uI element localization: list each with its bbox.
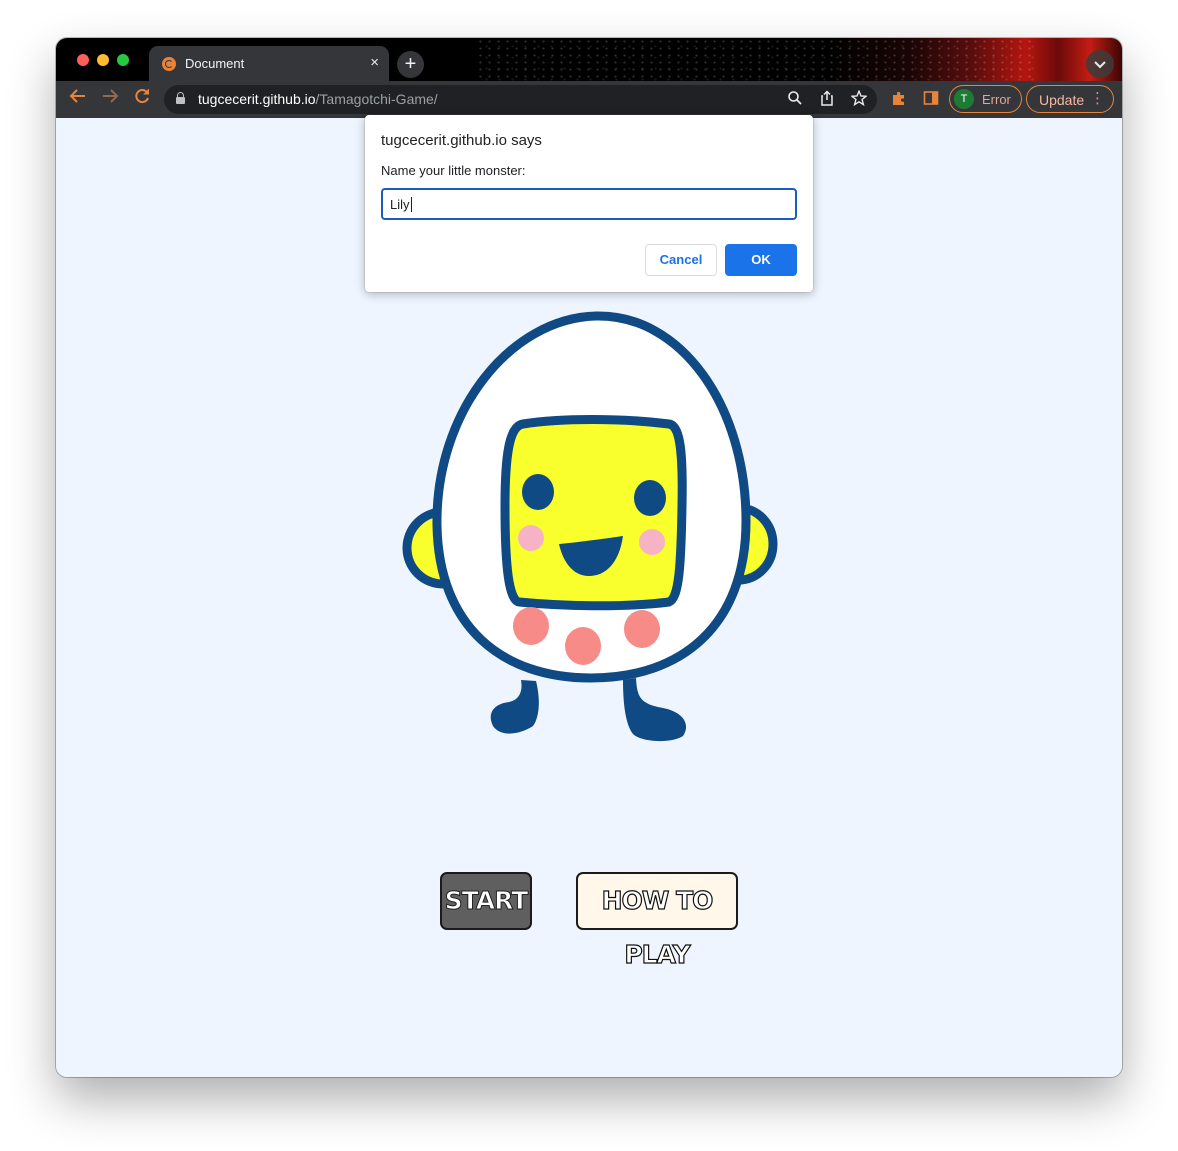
avatar: T bbox=[954, 89, 974, 109]
monster-name-input[interactable]: Lily bbox=[381, 188, 797, 220]
input-value: Lily bbox=[390, 197, 410, 212]
close-tab-icon[interactable]: × bbox=[370, 54, 379, 72]
share-icon[interactable] bbox=[819, 90, 835, 110]
url-text[interactable]: tugcecerit.github.io/Tamagotchi-Game/ bbox=[198, 91, 438, 107]
lock-icon[interactable] bbox=[176, 92, 185, 104]
browser-window: Document × + tugcecerit.github.io/Tamago… bbox=[56, 38, 1122, 1077]
star-icon[interactable] bbox=[850, 89, 868, 110]
tamagotchi-mascot-image bbox=[402, 311, 778, 742]
zoom-icon[interactable] bbox=[787, 90, 803, 110]
url-path: /Tamagotchi-Game/ bbox=[315, 91, 438, 107]
reload-icon[interactable] bbox=[133, 87, 151, 112]
tab-strip: Document × + bbox=[56, 38, 1122, 81]
forward-arrow-icon[interactable] bbox=[101, 87, 119, 112]
extensions-puzzle-icon[interactable] bbox=[891, 90, 907, 111]
prompt-dialog: tugcecerit.github.io says Name your litt… bbox=[365, 115, 813, 292]
text-caret bbox=[410, 197, 412, 212]
tab-title: Document bbox=[185, 56, 245, 71]
zoom-window-button[interactable] bbox=[117, 54, 129, 66]
update-label: Update bbox=[1039, 92, 1085, 108]
tab-search-button[interactable] bbox=[1086, 50, 1114, 78]
profile-button[interactable]: T Error bbox=[949, 85, 1022, 113]
globe-icon bbox=[162, 57, 176, 71]
new-tab-button[interactable]: + bbox=[397, 51, 424, 78]
close-window-button[interactable] bbox=[77, 54, 89, 66]
theme-background bbox=[476, 38, 1036, 81]
back-arrow-icon[interactable] bbox=[69, 87, 87, 112]
start-button[interactable]: START bbox=[440, 872, 532, 930]
cancel-button[interactable]: Cancel bbox=[645, 244, 717, 276]
ok-button[interactable]: OK bbox=[725, 244, 797, 276]
side-panel-icon[interactable] bbox=[923, 90, 939, 111]
toolbar: tugcecerit.github.io/Tamagotchi-Game/ T … bbox=[56, 81, 1122, 118]
how-to-play-button[interactable]: HOW TO PLAY bbox=[576, 872, 738, 970]
minimize-window-button[interactable] bbox=[97, 54, 109, 66]
tab-document[interactable]: Document × bbox=[149, 46, 389, 81]
dialog-title: tugcecerit.github.io says bbox=[381, 132, 542, 149]
chevron-down-icon bbox=[1094, 61, 1106, 69]
profile-status: Error bbox=[982, 92, 1011, 107]
update-button[interactable]: Update ⋮ bbox=[1026, 85, 1114, 113]
dialog-message: Name your little monster: bbox=[381, 163, 526, 178]
more-menu-icon[interactable]: ⋮ bbox=[1090, 89, 1105, 109]
url-host: tugcecerit.github.io bbox=[198, 91, 316, 107]
address-bar[interactable]: tugcecerit.github.io/Tamagotchi-Game/ bbox=[164, 85, 877, 114]
